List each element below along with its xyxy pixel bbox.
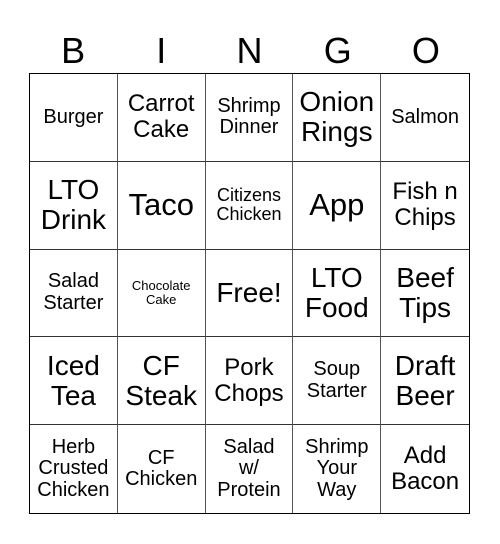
bingo-cell[interactable]: Citizens Chicken [205, 161, 294, 250]
bingo-header: B I N G O [29, 30, 470, 72]
bingo-cell[interactable]: Soup Starter [293, 337, 382, 426]
bingo-cell[interactable]: CF Chicken [118, 425, 206, 513]
bingo-cell[interactable]: Salad w/ Protein [206, 425, 294, 513]
header-letter-g: G [323, 30, 352, 71]
bingo-cell[interactable]: Draft Beer [381, 337, 469, 426]
bingo-cell[interactable]: Add Bacon [381, 425, 469, 513]
bingo-cell[interactable]: Carrot Cake [117, 74, 206, 162]
bingo-cell[interactable]: Beef Tips [381, 250, 469, 338]
bingo-cell[interactable]: Shrimp Your Way [293, 425, 382, 513]
bingo-cell[interactable]: Herb Crusted Chicken [30, 425, 118, 513]
bingo-cell[interactable]: Fish n Chips [381, 162, 469, 250]
bingo-cell[interactable]: LTO Food [293, 249, 382, 338]
bingo-cell[interactable]: Shrimp Dinner [205, 74, 294, 162]
bingo-cell[interactable]: Burger [30, 74, 118, 162]
bingo-cell[interactable]: Chocolate Cake [117, 249, 206, 338]
bingo-grid: Burger Carrot Cake Shrimp Dinner Onion Ring… [29, 73, 470, 514]
header-letter-i: I [156, 30, 167, 71]
bingo-cell[interactable]: Free! [205, 249, 294, 338]
bingo-cell[interactable]: CF Steak [117, 337, 206, 426]
bingo-cell[interactable]: Onion Rings [293, 74, 382, 162]
bingo-cell[interactable]: Taco [117, 161, 206, 250]
header-letter-o: O [411, 30, 440, 71]
bingo-cell[interactable]: LTO Drink [30, 161, 118, 250]
bingo-cell[interactable]: Iced Tea [30, 337, 118, 426]
header-letter-n: N [236, 30, 263, 71]
bingo-cell[interactable]: Salad Starter [30, 249, 118, 338]
bingo-cell[interactable]: App [293, 161, 382, 250]
bingo-cell[interactable]: Salmon [381, 74, 469, 162]
bingo-cell[interactable]: Pork Chops [205, 337, 294, 426]
header-letter-b: B [61, 30, 86, 71]
